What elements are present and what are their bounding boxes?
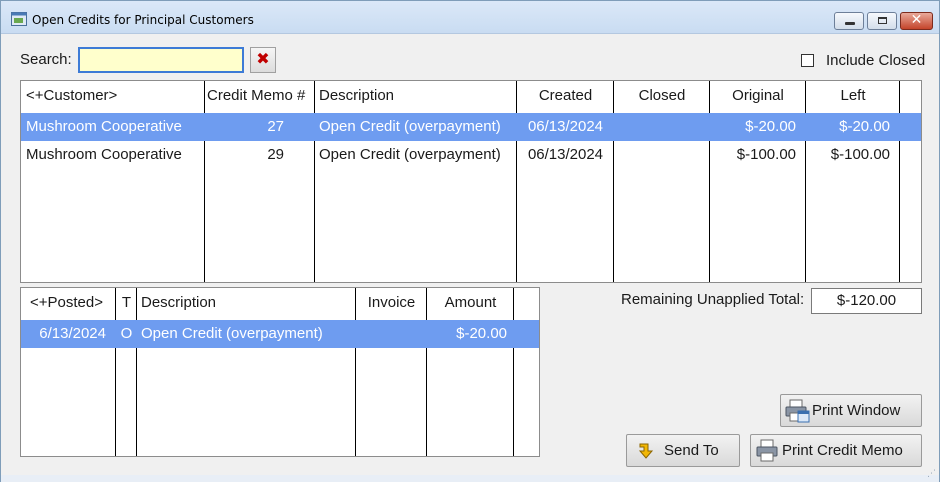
cell-description: Open Credit (overpayment) bbox=[319, 146, 501, 163]
cell-description: Open Credit (overpayment) bbox=[319, 118, 501, 135]
cell-left: $-20.00 bbox=[839, 118, 890, 135]
send-to-button[interactable]: Send To bbox=[626, 434, 740, 467]
cell-memo: 27 bbox=[267, 118, 284, 135]
col-divider bbox=[806, 81, 900, 282]
cell-original: $-100.00 bbox=[736, 146, 796, 163]
include-closed-label[interactable]: Include Closed bbox=[826, 52, 925, 69]
title-bar[interactable]: Open Credits for Principal Customers ✕ bbox=[1, 1, 939, 34]
header-created[interactable]: Created bbox=[517, 81, 614, 111]
money-window-icon bbox=[11, 12, 27, 26]
close-button[interactable]: ✕ bbox=[900, 12, 933, 30]
credit-detail-table[interactable]: <+Posted> T Description Invoice Amount 6… bbox=[20, 287, 540, 457]
print-window-button[interactable]: Print Window bbox=[780, 394, 922, 427]
header-invoice[interactable]: Invoice bbox=[356, 288, 427, 318]
cell-customer: Mushroom Cooperative bbox=[26, 118, 182, 135]
header-customer[interactable]: <+Customer> bbox=[26, 81, 117, 111]
col-divider bbox=[315, 81, 517, 282]
remaining-total-label: Remaining Unapplied Total: bbox=[621, 291, 805, 308]
header-type[interactable]: T bbox=[116, 288, 137, 318]
search-label-text: Search: bbox=[20, 51, 72, 68]
header-amount[interactable]: Amount bbox=[427, 288, 514, 318]
send-arrow-icon bbox=[638, 443, 654, 459]
print-credit-memo-button[interactable]: Print Credit Memo bbox=[750, 434, 922, 467]
search-label: Search: bbox=[20, 51, 72, 68]
printer-icon bbox=[756, 439, 778, 462]
col-divider bbox=[710, 81, 806, 282]
cell-posted: 6/13/2024 bbox=[39, 325, 106, 342]
cell-created: 06/13/2024 bbox=[527, 118, 604, 135]
print-credit-memo-label: Print Credit Memo bbox=[782, 442, 903, 459]
header-left[interactable]: Left bbox=[806, 81, 900, 111]
cell-created: 06/13/2024 bbox=[527, 146, 604, 163]
col-divider bbox=[614, 81, 710, 282]
table-row[interactable]: Mushroom Cooperative 27 Open Credit (ove… bbox=[21, 113, 921, 141]
col-divider bbox=[21, 81, 205, 282]
header-description[interactable]: Description bbox=[141, 288, 216, 318]
table-row[interactable]: Mushroom Cooperative 29 Open Credit (ove… bbox=[21, 141, 921, 169]
minimize-icon bbox=[845, 22, 855, 25]
cell-left: $-100.00 bbox=[830, 146, 890, 163]
cell-customer: Mushroom Cooperative bbox=[26, 146, 182, 163]
header-original[interactable]: Original bbox=[710, 81, 806, 111]
cell-type: O bbox=[120, 325, 133, 342]
remaining-total-value: $-120.00 bbox=[811, 288, 922, 314]
status-strip bbox=[1, 475, 939, 482]
cell-memo: 29 bbox=[267, 146, 284, 163]
header-description[interactable]: Description bbox=[319, 81, 394, 111]
maximize-icon bbox=[878, 17, 887, 24]
red-x-icon: ✖ bbox=[256, 49, 270, 68]
include-closed-checkbox[interactable] bbox=[801, 54, 814, 67]
col-divider bbox=[205, 81, 315, 282]
header-credit-memo[interactable]: Credit Memo # bbox=[207, 81, 305, 111]
credits-table[interactable]: <+Customer> Credit Memo # Description Cr… bbox=[20, 80, 922, 283]
search-input[interactable] bbox=[78, 47, 244, 73]
clear-search-button[interactable]: ✖ bbox=[250, 47, 276, 73]
window-title: Open Credits for Principal Customers bbox=[32, 13, 254, 27]
print-window-label: Print Window bbox=[812, 402, 901, 419]
cell-invoice bbox=[356, 320, 427, 348]
minimize-button[interactable] bbox=[834, 12, 864, 30]
open-credits-window: Open Credits for Principal Customers ✕ S… bbox=[0, 0, 940, 482]
table-row[interactable]: 6/13/2024 O Open Credit (overpayment) $-… bbox=[21, 320, 539, 348]
cell-original: $-20.00 bbox=[745, 118, 796, 135]
cell-closed bbox=[614, 141, 710, 169]
printer-window-icon bbox=[785, 399, 810, 423]
cell-amount: $-20.00 bbox=[456, 325, 507, 342]
cell-closed bbox=[614, 113, 710, 141]
header-closed[interactable]: Closed bbox=[614, 81, 710, 111]
resize-grip-icon[interactable]: ⋰ bbox=[927, 469, 937, 479]
header-posted[interactable]: <+Posted> bbox=[30, 288, 103, 318]
close-icon: ✕ bbox=[910, 12, 923, 28]
cell-description: Open Credit (overpayment) bbox=[141, 325, 323, 342]
col-divider bbox=[517, 81, 614, 282]
maximize-button[interactable] bbox=[867, 12, 897, 30]
send-to-label: Send To bbox=[664, 442, 719, 459]
